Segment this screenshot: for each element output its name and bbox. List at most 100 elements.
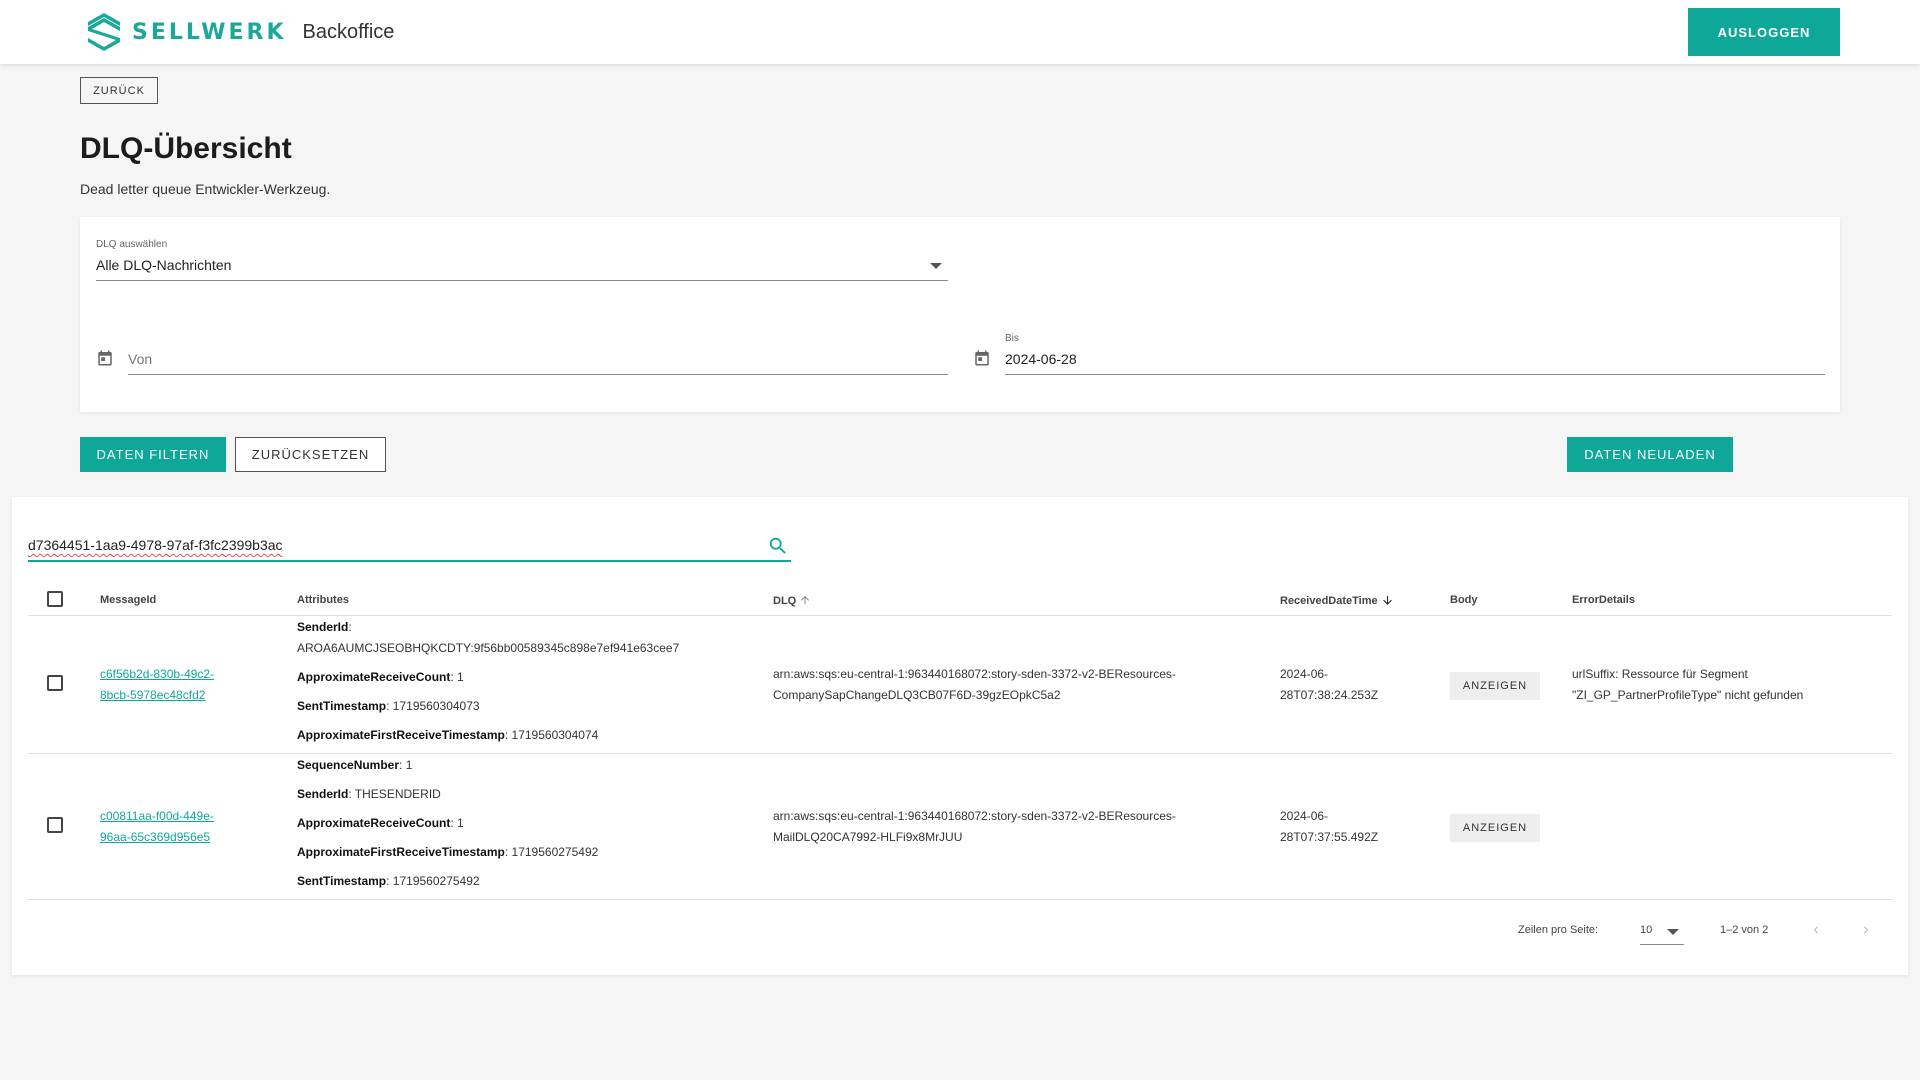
message-id-line: c6f56b2d-830b-49c2- — [100, 667, 215, 681]
attribute-item: SequenceNumber: 1 — [297, 758, 412, 772]
attribute-key: SentTimestamp — [297, 699, 387, 713]
show-body-button[interactable]: ANZEIGEN — [1450, 814, 1540, 842]
attribute-key: ApproximateReceiveCount — [297, 816, 451, 830]
dlq-select-label: DLQ auswählen — [96, 239, 168, 250]
message-id-link[interactable]: c6f56b2d-830b-49c2- 8bcb-5978ec48cfd2 — [100, 664, 214, 706]
chevron-down-icon[interactable] — [930, 263, 942, 269]
attribute-item: SentTimestamp: 1719560304073 — [297, 699, 480, 713]
calendar-icon[interactable] — [96, 349, 114, 367]
error-line: "ZI_GP_PartnerProfileType" nicht gefunde… — [1572, 688, 1804, 702]
dlq-cell: arn:aws:sqs:eu-central-1:963440168072:st… — [773, 664, 1176, 706]
filter-card: DLQ auswählen Alle DLQ-Nachrichten Von B… — [80, 217, 1840, 412]
attribute-item: ApproximateFirstReceiveTimestamp: 171956… — [297, 728, 598, 742]
message-id-line: 96aa-65c369d956e5 — [100, 830, 211, 844]
dlq-select-underline — [96, 280, 948, 281]
received-line: 2024-06- — [1280, 667, 1329, 681]
to-date-value: 2024-06-28 — [1005, 351, 1077, 367]
table-divider — [28, 615, 1892, 616]
attribute-item: AROA6AUMCJSEOBHQKCDTY:9f56bb00589345c898… — [297, 641, 679, 655]
error-cell: urlSuffix: Ressource für Segment "ZI_GP_… — [1572, 664, 1803, 706]
received-cell: 2024-06- 28T07:37:55.492Z — [1280, 806, 1378, 848]
attribute-value: : 1719560275492 — [504, 845, 599, 859]
chevron-down-icon[interactable] — [1667, 929, 1679, 935]
reload-data-button[interactable]: DATEN NEULADEN — [1567, 437, 1733, 472]
reset-button[interactable]: ZURÜCKSETZEN — [235, 437, 386, 472]
message-id-line: c00811aa-f00d-449e- — [100, 809, 214, 823]
select-all-checkbox[interactable] — [47, 591, 63, 607]
page-description: Dead letter queue Entwickler-Werkzeug. — [80, 181, 331, 197]
to-date-underline — [1005, 374, 1825, 375]
attribute-item: SentTimestamp: 1719560275492 — [297, 874, 480, 888]
arrow-down-icon — [1382, 596, 1392, 605]
attribute-item: ApproximateReceiveCount: 1 — [297, 816, 464, 830]
row-checkbox[interactable] — [47, 675, 63, 691]
rows-per-page-underline — [1640, 944, 1684, 945]
attribute-key: SenderId — [297, 620, 349, 634]
message-id-link[interactable]: c00811aa-f00d-449e- 96aa-65c369d956e5 — [100, 806, 214, 848]
received-cell: 2024-06- 28T07:38:24.253Z — [1280, 664, 1378, 706]
attribute-value: : 1 — [450, 816, 464, 830]
dlq-line: arn:aws:sqs:eu-central-1:963440168072:st… — [773, 667, 1176, 681]
brand-name: SELLWERK — [132, 19, 287, 45]
column-header-received[interactable]: ReceivedDateTime — [1280, 594, 1394, 607]
search-input-underline — [28, 560, 791, 562]
sellwerk-logo-icon — [88, 13, 120, 51]
attribute-key: ApproximateFirstReceiveTimestamp — [297, 845, 505, 859]
attribute-key: ApproximateFirstReceiveTimestamp — [297, 728, 505, 742]
calendar-icon[interactable] — [973, 349, 991, 367]
pagination-range: 1–2 von 2 — [1720, 924, 1769, 936]
attribute-item: SenderId: THESENDERID — [297, 787, 441, 801]
attribute-value: : THESENDERID — [348, 787, 441, 801]
to-date-label: Bis — [1005, 333, 1019, 344]
column-header-message-id[interactable]: MessageId — [100, 594, 156, 606]
rows-per-page-value: 10 — [1640, 924, 1653, 936]
filter-data-button[interactable]: DATEN FILTERN — [80, 437, 226, 472]
attribute-value: : 1 — [399, 758, 413, 772]
logout-button[interactable]: AUSLOGGEN — [1688, 8, 1840, 56]
search-icon[interactable] — [767, 535, 789, 557]
column-header-attributes[interactable]: Attributes — [297, 594, 349, 606]
chevron-left-icon[interactable] — [1809, 923, 1823, 937]
attribute-item: ApproximateReceiveCount: 1 — [297, 670, 464, 684]
column-header-body[interactable]: Body — [1450, 594, 1478, 606]
attribute-item: SenderId: — [297, 620, 352, 634]
from-date-placeholder: Von — [128, 351, 153, 367]
app-header: SELLWERK Backoffice AUSLOGGEN — [0, 0, 1920, 64]
attribute-value: : 1719560304074 — [504, 728, 599, 742]
page-title: DLQ-Übersicht — [80, 132, 292, 165]
message-id-line: 8bcb-5978ec48cfd2 — [100, 688, 206, 702]
show-body-button[interactable]: ANZEIGEN — [1450, 672, 1540, 700]
dlq-line: CompanySapChangeDLQ3CB07F6D-39gzEOpkC5a2 — [773, 688, 1061, 702]
logo[interactable]: SELLWERK Backoffice — [86, 10, 394, 54]
back-button[interactable]: ZURÜCK — [80, 77, 158, 104]
attribute-value: : 1719560304073 — [386, 699, 480, 713]
arrow-up-icon — [801, 596, 810, 604]
attribute-key: ApproximateReceiveCount — [297, 670, 451, 684]
received-line: 2024-06- — [1280, 809, 1329, 823]
attribute-value: : 1 — [450, 670, 464, 684]
chevron-right-icon[interactable] — [1859, 923, 1873, 937]
received-line: 28T07:37:55.492Z — [1280, 830, 1379, 844]
attribute-item: ApproximateFirstReceiveTimestamp: 171956… — [297, 845, 598, 859]
table-divider — [28, 899, 1892, 900]
app-subtitle: Backoffice — [302, 20, 395, 43]
attribute-key: SentTimestamp — [297, 874, 387, 888]
attribute-value: : 1719560275492 — [386, 874, 480, 888]
received-line: 28T07:38:24.253Z — [1280, 688, 1379, 702]
column-header-dlq[interactable]: DLQ — [773, 594, 811, 607]
error-line: urlSuffix: Ressource für Segment — [1572, 667, 1748, 681]
table-divider — [28, 753, 1892, 754]
dlq-select-value: Alle DLQ-Nachrichten — [96, 257, 232, 273]
attribute-value: AROA6AUMCJSEOBHQKCDTY:9f56bb00589345c898… — [297, 641, 680, 655]
column-header-received-label: ReceivedDateTime — [1280, 595, 1378, 607]
column-header-dlq-label: DLQ — [773, 595, 797, 607]
row-checkbox[interactable] — [47, 817, 63, 833]
attribute-key: SequenceNumber — [297, 758, 400, 772]
dlq-line: arn:aws:sqs:eu-central-1:963440168072:st… — [773, 809, 1176, 823]
from-date-underline — [128, 374, 948, 375]
messages-table-card: d7364451-1aa9-4978-97af-f3fc2399b3ac Mes… — [12, 497, 1908, 975]
rows-per-page-label: Zeilen pro Seite: — [1518, 924, 1599, 936]
search-input-value: d7364451-1aa9-4978-97af-f3fc2399b3ac — [28, 537, 283, 553]
column-header-error[interactable]: ErrorDetails — [1572, 594, 1635, 606]
attribute-key: SenderId — [297, 787, 349, 801]
